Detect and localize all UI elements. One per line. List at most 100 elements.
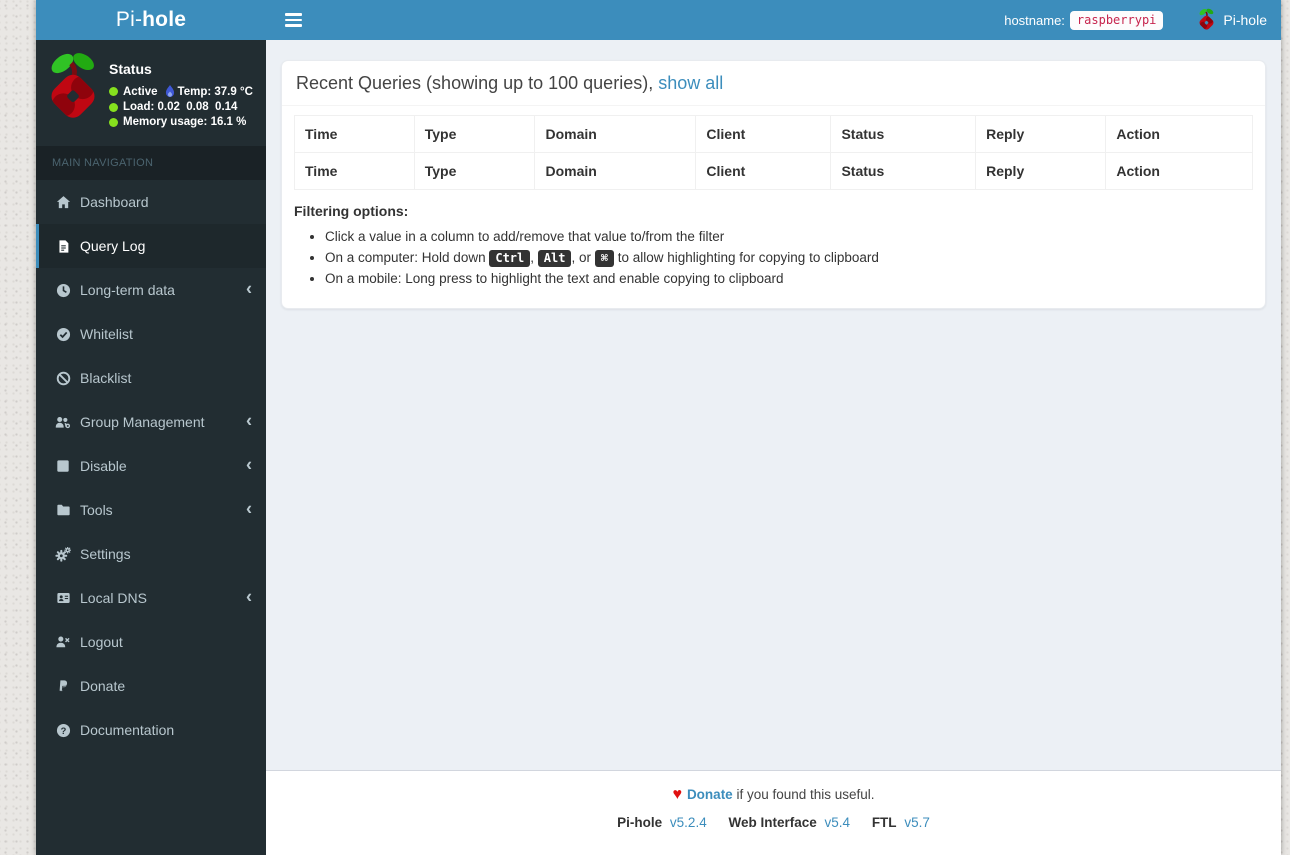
pihole-logo-icon — [1197, 8, 1216, 33]
table-footer-row: Time Type Domain Client Status Reply Act… — [294, 152, 1253, 190]
footer-column-status[interactable]: Status — [830, 152, 977, 190]
top-navbar: Pi-hole hostname: raspberrypi Pi-hole — [36, 0, 1281, 40]
memory-label: Memory usage: — [123, 116, 208, 128]
status-line-active: Active Temp: 37.9 °C — [109, 85, 253, 98]
stop-icon — [52, 459, 74, 473]
sidebar-item-blacklist[interactable]: Blacklist — [36, 356, 266, 400]
user-times-icon — [52, 635, 74, 649]
version-ftl-link[interactable]: v5.7 — [904, 815, 930, 830]
queries-table: Time Type Domain Client Status Reply Act… — [294, 115, 1253, 190]
pihole-raspberry-logo — [44, 51, 102, 133]
filtering-options: Filtering options: Click a value in a co… — [294, 203, 1253, 286]
status-dot-icon — [109, 87, 118, 96]
svg-text:?: ? — [60, 725, 66, 735]
hostname-value: raspberrypi — [1069, 10, 1164, 30]
versions-line: Pi-hole v5.2.4 Web Interface v5.4 FTL v5… — [266, 815, 1281, 830]
footer-column-domain[interactable]: Domain — [534, 152, 697, 190]
chevron-left-icon — [246, 588, 252, 606]
sidebar-toggle-button[interactable] — [280, 7, 310, 33]
show-all-link[interactable]: show all — [658, 73, 723, 93]
panel-title: Recent Queries (showing up to 100 querie… — [296, 73, 654, 93]
status-dot-icon — [109, 102, 118, 112]
sidebar-item-donate[interactable]: Donate — [36, 664, 266, 708]
donate-suffix: if you found this useful. — [732, 787, 875, 802]
column-header-time[interactable]: Time — [294, 115, 415, 153]
brand-link[interactable]: Pi-hole — [36, 0, 266, 40]
footer-column-action[interactable]: Action — [1105, 152, 1253, 190]
check-circle-icon — [52, 327, 74, 342]
status-line-memory: Memory usage: 16.1 % — [109, 116, 253, 128]
chevron-left-icon — [246, 500, 252, 518]
folder-icon — [52, 503, 74, 517]
sidebar-item-settings[interactable]: Settings — [36, 532, 266, 576]
column-header-status[interactable]: Status — [830, 115, 977, 153]
load-values: 0.02 0.08 0.14 — [157, 101, 238, 113]
temp-value: 37.9 °C — [214, 85, 253, 98]
hostname-label: hostname: — [1004, 12, 1065, 28]
column-header-action[interactable]: Action — [1105, 115, 1253, 153]
column-header-type[interactable]: Type — [413, 115, 536, 153]
column-header-client[interactable]: Client — [695, 115, 832, 153]
sidebar-item-whitelist[interactable]: Whitelist — [36, 312, 266, 356]
footer-column-reply[interactable]: Reply — [975, 152, 1107, 190]
kbd-ctrl: Ctrl — [489, 250, 531, 267]
donate-link[interactable]: Donate — [687, 787, 733, 802]
sidebar-item-disable[interactable]: Disable — [36, 444, 266, 488]
ban-icon — [52, 371, 74, 386]
footer-column-type[interactable]: Type — [413, 152, 536, 190]
sidebar-item-logout[interactable]: Logout — [36, 620, 266, 664]
brand-prefix: Pi- — [115, 8, 143, 31]
kbd-command: ⌘ — [594, 250, 614, 267]
file-icon — [52, 239, 74, 254]
filtering-title: Filtering options: — [294, 203, 409, 219]
pihole-title: Pi-hole — [1223, 12, 1267, 28]
memory-value: 16.1 % — [210, 116, 247, 128]
topbar-right: hostname: raspberrypi Pi-hole — [1004, 8, 1267, 33]
sidebar-item-documentation[interactable]: ? Documentation — [36, 708, 266, 752]
filtering-bullet-3: On a mobile: Long press to highlight the… — [325, 271, 1253, 286]
donate-line: Donate if you found this useful. — [266, 786, 1281, 804]
sidebar-item-group-management[interactable]: Group Management — [36, 400, 266, 444]
footer-column-time[interactable]: Time — [294, 152, 415, 190]
app-window: Pi-hole hostname: raspberrypi Pi-hole St… — [36, 0, 1281, 855]
sidebar: Status Active Temp: 37.9 °C Load: 0.02 0.… — [36, 40, 266, 855]
brand-bold: hole — [142, 8, 187, 31]
table-header-row: Time Type Domain Client Status Reply Act… — [294, 115, 1253, 153]
version-pihole-link[interactable]: v5.2.4 — [670, 815, 707, 830]
home-icon — [52, 195, 74, 210]
page-footer: Donate if you found this useful. Pi-hole… — [266, 770, 1281, 855]
panel-body: Time Type Domain Client Status Reply Act… — [282, 106, 1265, 308]
question-circle-icon: ? — [52, 723, 74, 738]
temp-label: Temp: — [177, 85, 212, 98]
version-web-interface: Web Interface v5.4 — [728, 815, 851, 830]
load-label: Load: — [123, 101, 155, 113]
sidebar-item-local-dns[interactable]: Local DNS — [36, 576, 266, 620]
sidebar-item-long-term-data[interactable]: Long-term data — [36, 268, 266, 312]
status-dot-icon — [109, 117, 118, 127]
chevron-left-icon — [246, 456, 252, 474]
status-info: Status Active Temp: 37.9 °C Load: 0.02 0.… — [109, 51, 253, 133]
gears-icon — [52, 546, 74, 562]
status-line-load: Load: 0.02 0.08 0.14 — [109, 101, 253, 113]
version-pihole: Pi-hole v5.2.4 — [617, 815, 707, 830]
status-title: Status — [109, 61, 152, 77]
sidebar-section-header: MAIN NAVIGATION — [36, 146, 266, 180]
panel-heading: Recent Queries (showing up to 100 querie… — [282, 61, 1265, 106]
version-web-link[interactable]: v5.4 — [825, 815, 851, 830]
filtering-list: Click a value in a column to add/remove … — [294, 229, 1253, 286]
column-header-domain[interactable]: Domain — [534, 115, 697, 153]
address-card-icon — [52, 591, 74, 605]
paypal-icon — [52, 679, 74, 693]
temperature-flame-icon — [165, 85, 175, 98]
sidebar-item-query-log[interactable]: Query Log — [36, 224, 266, 268]
column-header-reply[interactable]: Reply — [975, 115, 1107, 153]
main-area: Recent Queries (showing up to 100 querie… — [266, 40, 1281, 855]
heart-icon — [672, 787, 687, 802]
sidebar-menu: Dashboard Query Log Long-term data White… — [36, 180, 266, 752]
version-ftl: FTL v5.7 — [871, 815, 930, 830]
footer-column-client[interactable]: Client — [695, 152, 832, 190]
kbd-alt: Alt — [537, 250, 572, 267]
sidebar-item-dashboard[interactable]: Dashboard — [36, 180, 266, 224]
sidebar-item-tools[interactable]: Tools — [36, 488, 266, 532]
filtering-bullet-2: On a computer: Hold down Ctrl, Alt, or ⌘… — [325, 250, 1253, 267]
